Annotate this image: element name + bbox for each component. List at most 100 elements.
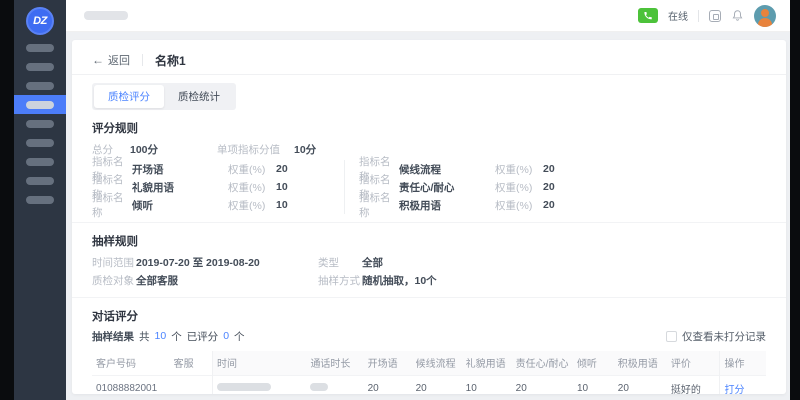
nav-placeholder — [26, 82, 54, 90]
col-header-opening: 开场语 — [364, 351, 412, 375]
table-header-row: 客户号码 客服 时间 通话时长 开场语 候线流程 礼貌用语 责任心/耐心 倾听 … — [92, 351, 766, 375]
field-label: 权重(%) — [228, 198, 276, 213]
unscored-filter[interactable]: 仅查看未打分记录 — [666, 329, 766, 344]
divider — [698, 10, 699, 22]
cell-score: 20 — [412, 375, 462, 394]
field-label: 指标名称 — [92, 190, 132, 220]
field-value: 2019-07-20 至 2019-08-20 — [136, 255, 260, 270]
sidebar-item-6[interactable] — [14, 133, 66, 152]
app-window: DZ 在线 — [0, 0, 800, 400]
col-header-action: 操作 — [720, 351, 766, 375]
indicator-name: 责任心/耐心 — [399, 180, 495, 195]
back-button[interactable]: ← 返回 — [92, 52, 130, 68]
nav-placeholder — [26, 177, 54, 185]
sampling-row: 时间范围 2019-07-20 至 2019-08-20 类型 全部 — [92, 253, 766, 271]
table-row: 01088882001 20 20 10 20 10 20 挺好的 — [92, 375, 766, 394]
cell-score: 20 — [614, 375, 667, 394]
breadcrumb-placeholder — [84, 11, 128, 20]
summary-text: 个 — [171, 329, 182, 344]
app-logo[interactable]: DZ — [26, 7, 54, 35]
tab-quality-stats[interactable]: 质检统计 — [164, 85, 234, 108]
col-header-responsibility: 责任心/耐心 — [512, 351, 573, 375]
section-title: 对话评分 — [92, 308, 766, 324]
phone-status-button[interactable] — [638, 8, 658, 23]
sampling-rules-section: 抽样规则 时间范围 2019-07-20 至 2019-08-20 类型 全部 … — [72, 233, 786, 289]
summary-text: 已评分 — [187, 329, 219, 344]
sidebar-nav — [14, 38, 66, 209]
bell-icon[interactable] — [731, 9, 744, 22]
nav-placeholder — [26, 101, 54, 109]
sidebar-item-9[interactable] — [14, 190, 66, 209]
field-label: 权重(%) — [228, 162, 276, 177]
unscored-filter-checkbox[interactable] — [666, 331, 677, 342]
cell-agent — [170, 375, 213, 394]
field-label: 权重(%) — [495, 162, 543, 177]
indicator-weight: 10 — [276, 181, 288, 193]
topbar-actions: 在线 — [638, 5, 776, 27]
nav-placeholder — [26, 63, 54, 71]
apps-icon[interactable] — [709, 10, 721, 22]
cell-phone: 01088882001 — [92, 375, 170, 394]
field-value: 随机抽取，10个 — [362, 273, 437, 288]
summary-text: 共 — [139, 329, 150, 344]
field-value: 10分 — [294, 142, 316, 157]
summary-total-count: 10 — [155, 330, 167, 342]
status-label: 在线 — [668, 8, 688, 23]
col-header-agent: 客服 — [170, 351, 213, 375]
indicator-weight: 20 — [543, 199, 555, 211]
main-area: 在线 ← 返回 — [66, 0, 790, 400]
col-header-evaluation: 评价 — [667, 351, 720, 375]
scoring-rules-section: 评分规则 总分 100分 单项指标分值 10分 指标名称 开场语 权重(%) — [72, 120, 786, 214]
sidebar-item-5[interactable] — [14, 114, 66, 133]
sidebar-item-1[interactable] — [14, 38, 66, 57]
field-value: 全部客服 — [136, 273, 178, 288]
cell-action: 打分 — [720, 375, 766, 394]
sidebar-item-2[interactable] — [14, 57, 66, 76]
field-label: 单项指标分值 — [217, 142, 280, 157]
card-title-row: ← 返回 名称1 — [72, 46, 786, 74]
col-header-phone: 客户号码 — [92, 351, 170, 375]
cell-time — [213, 375, 307, 394]
divider — [142, 54, 143, 66]
indicator-weight: 20 — [543, 163, 555, 175]
sidebar-item-8[interactable] — [14, 171, 66, 190]
divider — [72, 297, 786, 298]
divider — [72, 74, 786, 75]
sidebar-item-3[interactable] — [14, 76, 66, 95]
cell-score: 20 — [364, 375, 412, 394]
section-title: 抽样规则 — [92, 233, 766, 249]
sampling-row: 质检对象 全部客服 抽样方式 随机抽取，10个 — [92, 271, 766, 289]
field-label: 质检对象 — [92, 273, 136, 288]
indicator-weight: 20 — [543, 181, 555, 193]
indicator-columns: 指标名称 开场语 权重(%) 20 指标名称 礼貌用语 权重(%) 10 — [92, 160, 766, 214]
col-header-duration: 通话时长 — [306, 351, 363, 375]
nav-placeholder — [26, 158, 54, 166]
col-header-queue-process: 候线流程 — [412, 351, 462, 375]
indicator-name: 积极用语 — [399, 198, 495, 213]
user-avatar[interactable] — [754, 5, 776, 27]
tab-quality-score[interactable]: 质检评分 — [94, 85, 164, 108]
dialog-scoring-table: 客户号码 客服 时间 通话时长 开场语 候线流程 礼貌用语 责任心/耐心 倾听 … — [92, 351, 766, 394]
summary-scored-count: 0 — [223, 330, 229, 342]
col-header-politeness: 礼貌用语 — [462, 351, 512, 375]
field-value: 全部 — [362, 255, 383, 270]
indicator-name: 候线流程 — [399, 162, 495, 177]
sidebar-item-7[interactable] — [14, 152, 66, 171]
indicator-name: 倾听 — [132, 198, 228, 213]
indicator-name: 开场语 — [132, 162, 228, 177]
avatar-figure — [761, 9, 769, 17]
back-label: 返回 — [108, 52, 130, 68]
indicator-row: 指标名称 倾听 权重(%) 10 — [92, 196, 344, 214]
sampling-summary-row: 抽样结果 共 10 个 已评分 0 个 仅查看未打分记录 — [92, 326, 766, 346]
content-area: ← 返回 名称1 质检评分 质检统计 评分规则 总分 100分 — [66, 32, 790, 400]
sidebar-item-4-active[interactable] — [14, 95, 66, 114]
detail-card: ← 返回 名称1 质检评分 质检统计 评分规则 总分 100分 — [72, 40, 786, 394]
cell-score: 20 — [512, 375, 573, 394]
duration-placeholder — [310, 383, 328, 391]
score-action-link[interactable]: 打分 — [724, 385, 744, 394]
col-header-listening: 倾听 — [573, 351, 614, 375]
summary-label: 抽样结果 — [92, 329, 134, 344]
field-label: 权重(%) — [228, 180, 276, 195]
cell-evaluation: 挺好的 — [667, 375, 720, 394]
divider — [72, 222, 786, 223]
